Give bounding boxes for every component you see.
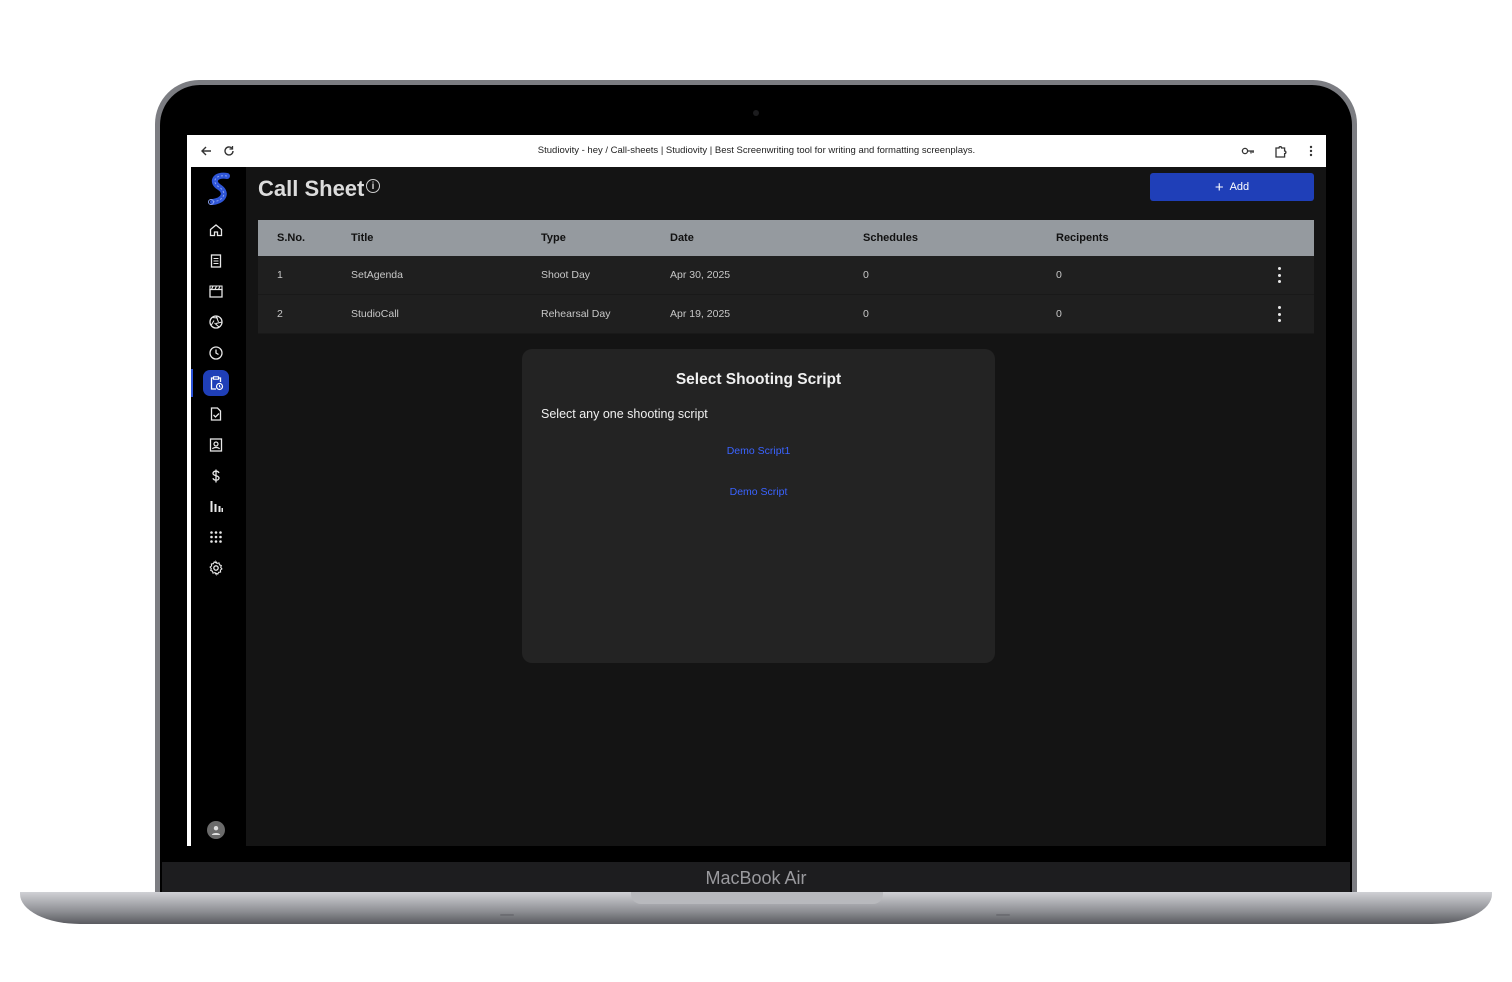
column-header-date[interactable]: Date xyxy=(670,220,694,256)
cell-recipients: 0 xyxy=(1056,308,1062,320)
dialog-title: Select Shooting Script xyxy=(675,371,842,388)
cell-type: Shoot Day xyxy=(541,269,591,281)
aperture-icon[interactable] xyxy=(203,309,229,335)
clapperboard-icon[interactable] xyxy=(203,278,229,304)
page-title: Call Sheet xyxy=(258,176,365,201)
column-header-type[interactable]: Type xyxy=(541,220,566,256)
studiovity-logo-icon[interactable] xyxy=(205,172,235,206)
column-header-title[interactable]: Title xyxy=(351,220,373,256)
device-brand-label: MacBook Air xyxy=(705,868,807,888)
file-check-icon[interactable] xyxy=(203,401,229,427)
dollar-icon[interactable] xyxy=(203,463,229,489)
contact-card-icon[interactable] xyxy=(203,432,229,458)
laptop-notch xyxy=(631,892,883,904)
camera-icon xyxy=(753,110,759,116)
cell-schedules: 0 xyxy=(863,308,869,320)
add-button-label: Add xyxy=(1229,181,1250,193)
column-header-sno[interactable]: S.No. xyxy=(277,220,305,256)
kebab-icon[interactable] xyxy=(1301,141,1321,161)
script-option[interactable]: Demo Script xyxy=(522,486,995,498)
page-tab-title: Studiovity - hey / Call-sheets | Studiov… xyxy=(537,145,976,156)
cell-schedules: 0 xyxy=(863,269,869,281)
select-shooting-script-dialog: Select Shooting Script Select any one sh… xyxy=(522,349,995,663)
key-icon[interactable] xyxy=(1238,141,1258,161)
plus-icon: + xyxy=(1214,178,1224,196)
table-row[interactable]: 2 StudioCall Rehearsal Day Apr 19, 2025 … xyxy=(258,295,1314,334)
laptop-foot xyxy=(996,914,1010,916)
cell-recipients: 0 xyxy=(1056,269,1062,281)
table-row[interactable]: 1 SetAgenda Shoot Day Apr 30, 2025 0 0 xyxy=(258,256,1314,295)
cell-sno: 1 xyxy=(277,269,283,281)
document-icon[interactable] xyxy=(203,248,229,274)
gear-icon[interactable] xyxy=(203,555,229,581)
cell-date: Apr 30, 2025 xyxy=(670,269,731,281)
sidebar xyxy=(191,167,246,846)
puzzle-icon[interactable] xyxy=(1270,141,1290,161)
row-menu-icon[interactable] xyxy=(1274,267,1284,283)
cell-title: StudioCall xyxy=(351,308,399,320)
row-menu-icon[interactable] xyxy=(1274,306,1284,322)
screen: Studiovity - hey / Call-sheets | Studiov… xyxy=(187,135,1326,846)
info-icon[interactable]: i xyxy=(366,179,380,193)
cell-type: Rehearsal Day xyxy=(541,308,611,320)
dialog-subtitle: Select any one shooting script xyxy=(541,407,708,421)
active-indicator xyxy=(191,369,193,397)
apps-grid-icon[interactable] xyxy=(203,524,229,550)
cell-sno: 2 xyxy=(277,308,283,320)
call-sheet-table: S.No. Title Type Date Schedules Recipent… xyxy=(258,220,1314,334)
cell-date: Apr 19, 2025 xyxy=(670,308,731,320)
home-icon[interactable] xyxy=(203,217,229,243)
script-option[interactable]: Demo Script1 xyxy=(522,445,995,457)
clipboard-clock-icon[interactable] xyxy=(203,370,229,396)
clock-icon[interactable] xyxy=(203,340,229,366)
browser-toolbar: Studiovity - hey / Call-sheets | Studiov… xyxy=(187,135,1326,167)
user-avatar-icon[interactable] xyxy=(207,821,225,839)
column-header-recipients[interactable]: Recipents xyxy=(1056,220,1109,256)
add-button[interactable]: + Add xyxy=(1150,173,1314,201)
column-header-schedules[interactable]: Schedules xyxy=(863,220,918,256)
cell-title: SetAgenda xyxy=(351,269,403,281)
laptop-foot xyxy=(500,914,514,916)
table-header: S.No. Title Type Date Schedules Recipent… xyxy=(258,220,1314,256)
bar-chart-icon[interactable] xyxy=(203,493,229,519)
